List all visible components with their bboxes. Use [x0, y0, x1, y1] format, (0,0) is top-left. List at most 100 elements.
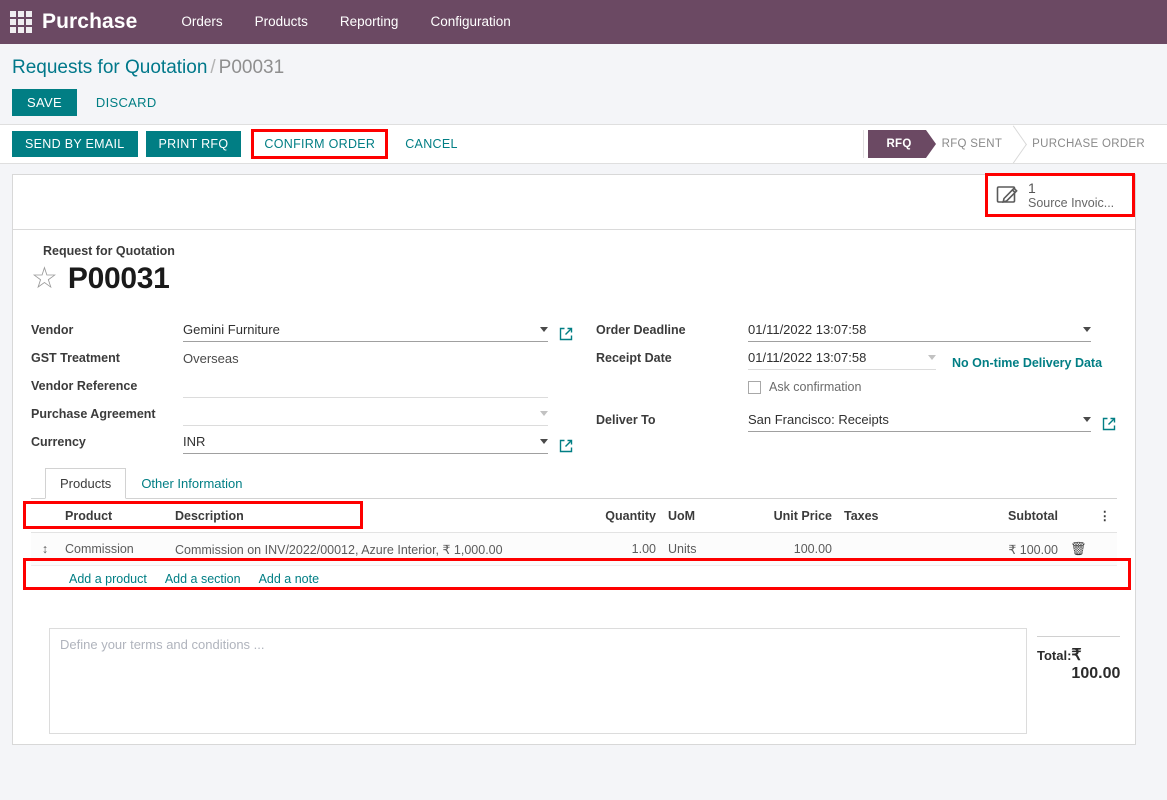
col-uom: UoM	[661, 499, 742, 533]
gst-spacer	[558, 354, 574, 370]
chevron-down-icon[interactable]	[928, 355, 936, 360]
tab-other-information[interactable]: Other Information	[126, 468, 257, 499]
order-deadline-spacer	[1101, 326, 1117, 342]
stage-rfq[interactable]: RFQ	[868, 130, 936, 158]
field-vendor-reference: Vendor Reference	[31, 370, 574, 398]
source-invoices-smart-button[interactable]: 1 Source Invoic...	[985, 173, 1135, 218]
field-gst-treatment: GST Treatment Overseas	[31, 342, 574, 370]
col-product: Product	[59, 499, 169, 533]
ask-confirmation-checkbox[interactable]	[748, 380, 761, 394]
col-delete	[1063, 499, 1093, 533]
total-value: ₹ 100.00	[1071, 647, 1121, 682]
terms-and-conditions-input[interactable]: Define your terms and conditions ...	[49, 628, 1027, 734]
vendor-reference-input[interactable]	[183, 375, 548, 398]
ask-confirmation-label: Ask confirmation	[769, 380, 862, 394]
order-deadline-value: 01/11/2022 13:07:58	[748, 322, 867, 337]
ask-confirmation-spacer	[596, 393, 748, 398]
ask-confirmation-wrap[interactable]: Ask confirmation	[748, 374, 861, 398]
confirm-order-button[interactable]: CONFIRM ORDER	[251, 129, 389, 159]
add-a-product-link[interactable]: Add a product	[69, 572, 147, 586]
save-button[interactable]: SAVE	[12, 89, 77, 116]
right-field-group: Order Deadline 01/11/2022 13:07:58 Recei…	[574, 314, 1117, 454]
field-order-deadline: Order Deadline 01/11/2022 13:07:58	[596, 314, 1117, 342]
chevron-down-icon[interactable]	[540, 411, 548, 416]
breadcrumb-separator: /	[210, 57, 216, 78]
chevron-down-icon[interactable]	[1083, 417, 1091, 422]
status-bar-stages: RFQ RFQ SENT PURCHASE ORDER	[863, 130, 1159, 158]
menu-products[interactable]: Products	[239, 0, 324, 44]
vendor-input-wrap[interactable]: Gemini Furniture	[183, 319, 548, 342]
table-header-row: Product Description Quantity UoM Unit Pr…	[31, 499, 1117, 533]
form-sheet-wrapper: 1 Source Invoic... Request for Quotation…	[0, 164, 1167, 800]
cell-product[interactable]: Commission	[59, 532, 169, 566]
cell-spacer	[1092, 532, 1117, 566]
purchase-agreement-spacer	[558, 410, 574, 426]
receipt-date-label: Receipt Date	[596, 351, 672, 365]
stage-rfq-sent[interactable]: RFQ SENT	[925, 130, 1017, 158]
notebook-tabs: Products Other Information	[31, 468, 1117, 499]
chevron-down-icon[interactable]	[540, 327, 548, 332]
action-status-bar: SEND BY EMAIL PRINT RFQ CONFIRM ORDER CA…	[0, 124, 1167, 164]
navbar-menus: Orders Products Reporting Configuration	[165, 0, 526, 44]
totals-divider	[1037, 636, 1121, 637]
menu-orders[interactable]: Orders	[165, 0, 238, 44]
vertical-dots-icon[interactable]: ⋮	[1092, 499, 1117, 533]
cancel-button[interactable]: CANCEL	[394, 131, 469, 157]
purchase-agreement-value	[183, 406, 534, 421]
external-link-icon[interactable]	[1101, 416, 1117, 432]
add-a-section-link[interactable]: Add a section	[165, 572, 241, 586]
drag-handle-icon[interactable]: ↕	[31, 532, 59, 566]
purchase-agreement-input[interactable]	[183, 403, 548, 426]
order-deadline-input[interactable]: 01/11/2022 13:07:58	[748, 319, 1091, 342]
cell-subtotal[interactable]: ₹ 100.00	[967, 532, 1064, 566]
currency-input-wrap[interactable]: INR	[183, 431, 548, 454]
external-link-icon[interactable]	[558, 326, 574, 342]
apps-grid-icon[interactable]	[8, 9, 34, 35]
external-link-icon[interactable]	[558, 438, 574, 454]
col-subtotal: Subtotal	[967, 499, 1064, 533]
pencil-square-icon	[996, 186, 1018, 204]
order-lines-header: Product Description Quantity UoM Unit Pr…	[31, 499, 1117, 533]
discard-button[interactable]: DISCARD	[85, 89, 168, 116]
cell-unit-price[interactable]: 100.00	[741, 532, 838, 566]
chevron-down-icon[interactable]	[540, 439, 548, 444]
col-taxes: Taxes	[837, 499, 968, 533]
star-outline-icon[interactable]: ☆	[31, 264, 58, 294]
col-quantity: Quantity	[569, 499, 662, 533]
cell-description[interactable]: Commission on INV/2022/00012, Azure Inte…	[169, 532, 570, 566]
trash-icon[interactable]: 🗑	[1070, 541, 1087, 556]
form-subtitle: Request for Quotation	[43, 244, 175, 258]
table-row[interactable]: ↕ Commission Commission on INV/2022/0001…	[31, 532, 1117, 566]
add-line-links: Add a product Add a section Add a note	[31, 566, 1117, 592]
add-a-note-link[interactable]: Add a note	[259, 572, 319, 586]
col-drag	[31, 499, 59, 533]
field-groups: Vendor Gemini Furniture GST Treatment Ov…	[31, 314, 1117, 454]
vendor-reference-label: Vendor Reference	[31, 379, 138, 393]
smart-button-box: 1 Source Invoic...	[13, 173, 1135, 230]
source-invoices-count: 1	[1028, 180, 1036, 196]
vendor-value: Gemini Furniture	[183, 322, 280, 337]
left-field-group: Vendor Gemini Furniture GST Treatment Ov…	[31, 314, 574, 454]
chevron-down-icon[interactable]	[1083, 327, 1091, 332]
gst-treatment-value: Overseas	[183, 351, 239, 366]
stage-purchase-order[interactable]: PURCHASE ORDER	[1016, 130, 1159, 158]
receipt-date-input[interactable]: 01/11/2022 13:07:58	[748, 347, 936, 370]
menu-configuration[interactable]: Configuration	[414, 0, 526, 44]
cell-quantity[interactable]: 1.00	[569, 532, 662, 566]
vendor-label: Vendor	[31, 323, 74, 337]
tab-products[interactable]: Products	[45, 468, 127, 499]
field-ask-confirmation: Ask confirmation	[596, 370, 1117, 398]
totals-block: Total: ₹ 100.00	[1027, 628, 1121, 683]
breadcrumb-root-link[interactable]: Requests for Quotation	[12, 57, 207, 78]
print-rfq-button[interactable]: PRINT RFQ	[145, 131, 242, 157]
on-time-delivery-link[interactable]: No On-time Delivery Data	[952, 356, 1102, 370]
order-lines-body: ↕ Commission Commission on INV/2022/0001…	[31, 532, 1117, 566]
total-label: Total:	[1037, 648, 1072, 663]
cell-uom[interactable]: Units	[661, 532, 742, 566]
cell-taxes[interactable]	[837, 532, 968, 566]
field-currency: Currency INR	[31, 426, 574, 454]
deliver-to-input[interactable]: San Francisco: Receipts	[748, 409, 1091, 432]
menu-reporting[interactable]: Reporting	[324, 0, 415, 44]
send-by-email-button[interactable]: SEND BY EMAIL	[12, 131, 138, 157]
form-sheet: 1 Source Invoic... Request for Quotation…	[12, 173, 1136, 745]
